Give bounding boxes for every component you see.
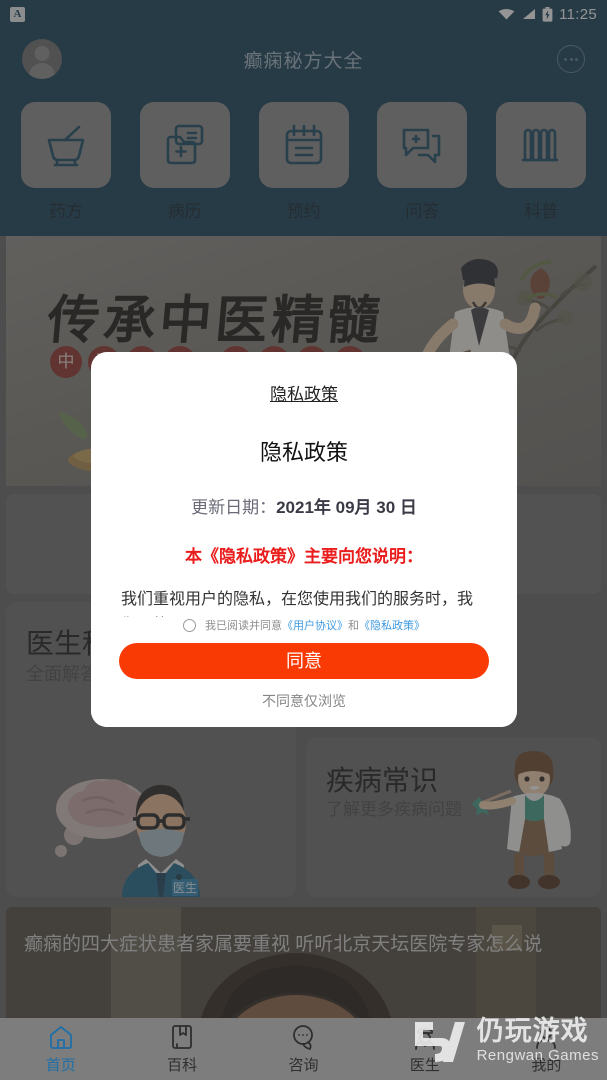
tab-label: 首页 xyxy=(45,1057,76,1074)
quick-nav-label: 问答 xyxy=(405,202,440,221)
privacy-policy-update-date: 更新日期：2021年 09月 30 日 xyxy=(121,493,487,518)
doctor-thinking-illustration: 医生 xyxy=(55,779,200,897)
tab-label: 医生 xyxy=(409,1057,440,1074)
tab-encyclopedia[interactable]: 百科 xyxy=(121,1023,242,1075)
tab-profile[interactable]: 我的 xyxy=(486,1023,607,1075)
video-title: 癫痫的四大症状患者家属要重视 听听北京天坛医院专家怎么说 xyxy=(24,934,543,955)
dot xyxy=(569,57,573,61)
quick-nav-label: 药方 xyxy=(49,202,83,221)
quick-nav-tile xyxy=(496,102,586,188)
profile-icon xyxy=(536,1027,557,1049)
agree-checkbox-row[interactable]: 我已阅读并同意《用户协议》和《隐私政策》 xyxy=(119,617,489,633)
status-bar-left: A xyxy=(10,6,25,22)
privacy-policy-dialog: 隐私政策 隐私政策 更新日期：2021年 09月 30 日 本《隐私政策》主要向… xyxy=(91,352,517,727)
page-title: 癫痫秘方大全 xyxy=(243,50,364,72)
bottom-tab-bar: 首页 百科 咨询 医生 我的 xyxy=(0,1018,607,1080)
doctor-icon xyxy=(415,1027,435,1050)
promo-card-disease-knowledge[interactable]: 疾病常识 了解更多疾病问题 xyxy=(306,737,601,897)
female-doctor-pointer-illustration xyxy=(472,751,571,889)
agree-button[interactable]: 同意 xyxy=(119,643,489,679)
quick-nav-item-qa[interactable]: 问答 xyxy=(372,102,472,222)
home-icon xyxy=(49,1026,72,1049)
quick-nav-label: 预约 xyxy=(286,202,321,221)
mortar-pestle-icon xyxy=(47,125,85,167)
tab-consult[interactable]: 咨询 xyxy=(243,1023,364,1075)
quick-nav-tile xyxy=(139,102,230,188)
book-icon xyxy=(172,1025,193,1049)
books-icon xyxy=(521,128,559,162)
medical-record-folder-icon xyxy=(166,124,204,165)
user-avatar[interactable] xyxy=(22,39,62,79)
privacy-policy-footer: 我已阅读并同意《用户协议》和《隐私政策》 同意 不同意仅浏览 xyxy=(91,617,517,727)
user-agreement-link[interactable]: 《用户协议》 xyxy=(282,620,348,632)
app-header: 癫痫秘方大全 xyxy=(0,28,607,90)
decline-browse-button[interactable]: 不同意仅浏览 xyxy=(119,691,489,711)
status-bar-right: 11:25 xyxy=(498,6,597,23)
promo-subtitle: 了解更多疾病问题 xyxy=(326,800,462,819)
agree-middle: 和 xyxy=(348,620,359,632)
app-root: A 11:25 癫痫秘方大全 药方 病历 预约 问答 科普 传承中医精髓 中 医… xyxy=(0,0,607,1080)
agree-checkbox[interactable] xyxy=(183,618,196,632)
quick-nav-item-prescription[interactable]: 药方 xyxy=(16,102,116,222)
status-bar-clock: 11:25 xyxy=(559,5,597,23)
promo-title: 疾病常识 xyxy=(326,765,439,796)
calendar-icon xyxy=(285,124,322,165)
app-notification-badge-icon: A xyxy=(10,6,25,22)
quick-nav-item-medical-record[interactable]: 病历 xyxy=(135,102,235,222)
privacy-policy-link-title[interactable]: 隐私政策 xyxy=(270,380,338,405)
quick-nav-tile xyxy=(377,102,468,188)
privacy-policy-link[interactable]: 《隐私政策》 xyxy=(359,620,425,632)
quick-nav: 药方 病历 预约 问答 科普 xyxy=(0,90,607,236)
privacy-policy-paragraph: 我们重视用户的隐私，在您使用我们的服务时，我们可能 xyxy=(121,591,474,617)
svg-text:医生: 医生 xyxy=(173,881,197,895)
agree-prefix: 我已阅读并同意 xyxy=(205,620,282,632)
battery-charging-icon xyxy=(542,6,553,22)
privacy-policy-scroll-area[interactable]: 隐私政策 隐私政策 更新日期：2021年 09月 30 日 本《隐私政策》主要向… xyxy=(91,352,517,617)
status-bar: A 11:25 xyxy=(0,0,607,28)
tab-doctor[interactable]: 医生 xyxy=(364,1023,485,1075)
dot xyxy=(564,57,567,61)
quick-nav-item-appointment[interactable]: 预约 xyxy=(254,102,354,222)
more-options-icon[interactable] xyxy=(557,45,585,73)
dot xyxy=(575,57,578,61)
quick-nav-item-science[interactable]: 科普 xyxy=(491,102,591,222)
date-label: 更新日期： xyxy=(191,498,277,517)
seal-char: 中 xyxy=(50,346,82,378)
agree-text: 我已阅读并同意《用户协议》和《隐私政策》 xyxy=(205,617,425,633)
banner-calligraphy: 传承中医精髓 xyxy=(44,293,386,350)
tab-home[interactable]: 首页 xyxy=(0,1023,121,1075)
date-value: 2021年 09月 30 日 xyxy=(276,498,417,517)
chat-bubbles-icon xyxy=(402,128,441,164)
quick-nav-label: 病历 xyxy=(167,202,202,221)
quick-nav-tile xyxy=(21,102,111,188)
tab-label: 百科 xyxy=(167,1057,198,1074)
tab-label: 我的 xyxy=(531,1057,562,1074)
privacy-policy-heading: 隐私政策 xyxy=(259,440,348,465)
quick-nav-tile xyxy=(258,102,349,188)
signal-icon xyxy=(523,9,536,19)
wifi-icon xyxy=(498,9,515,20)
chat-icon xyxy=(292,1025,313,1050)
quick-nav-label: 科普 xyxy=(524,202,558,221)
privacy-policy-notice: 本《隐私政策》主要向您说明： xyxy=(185,547,423,566)
tab-label: 咨询 xyxy=(288,1057,319,1074)
